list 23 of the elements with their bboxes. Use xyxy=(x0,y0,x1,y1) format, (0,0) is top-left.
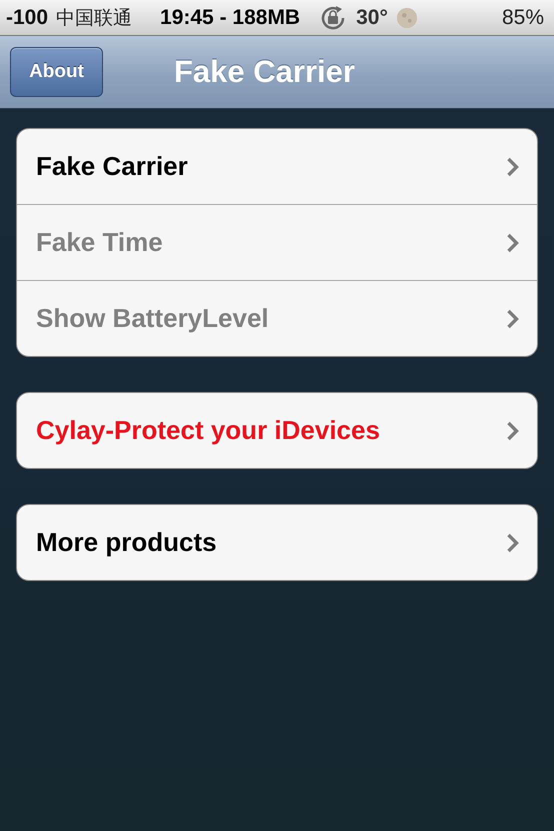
table-row[interactable]: Show BatteryLevel xyxy=(17,280,537,356)
nav-title: Fake Carrier xyxy=(174,54,355,90)
table-row[interactable]: Fake Carrier xyxy=(17,129,537,204)
carrier-name: 中国联通 xyxy=(56,6,132,30)
moon-icon xyxy=(396,6,418,28)
status-time: 19:45 - 188MB xyxy=(160,6,300,30)
chevron-icon xyxy=(506,420,519,440)
chevron-icon xyxy=(506,156,519,176)
chevron-icon xyxy=(506,232,519,252)
signal-strength: -100 xyxy=(6,6,48,30)
row-label: Fake Time xyxy=(36,227,164,258)
table-row[interactable]: More products xyxy=(17,505,537,580)
chevron-icon xyxy=(506,532,519,552)
about-button[interactable]: About xyxy=(10,47,103,97)
table-row[interactable]: Fake Time xyxy=(17,204,537,280)
row-label: More products xyxy=(36,527,218,558)
battery-percentage: 85% xyxy=(502,6,544,30)
temperature: 30° xyxy=(356,6,388,30)
chevron-icon xyxy=(506,308,519,328)
row-label: Show BatteryLevel xyxy=(36,303,270,334)
table-row[interactable]: Cylay-Protect your iDevices xyxy=(17,393,537,468)
row-label: Cylay-Protect your iDevices xyxy=(36,415,381,446)
row-label: Fake Carrier xyxy=(36,151,189,182)
